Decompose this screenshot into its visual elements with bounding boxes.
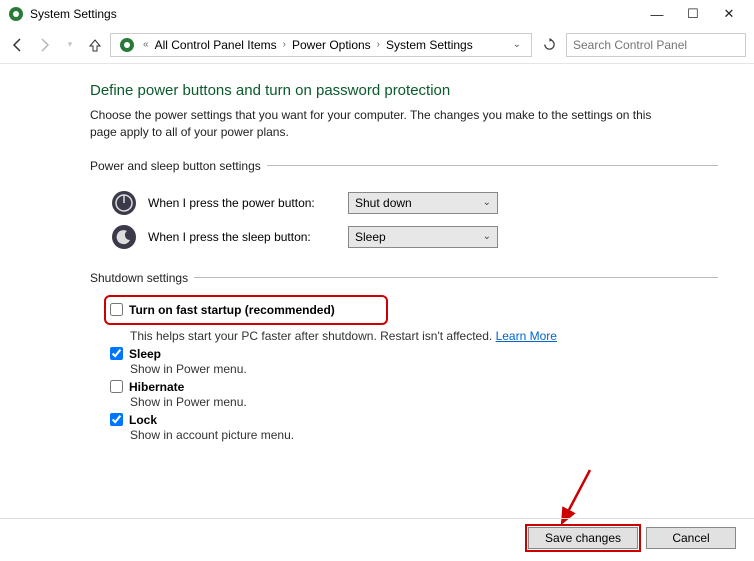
history-dropdown-icon[interactable]: ▾ — [60, 35, 80, 55]
refresh-button[interactable] — [538, 34, 560, 56]
chevron-down-icon: ⌄ — [483, 197, 491, 208]
fast-startup-checkbox[interactable] — [110, 303, 123, 316]
power-button-row: When I press the power button: Shut down… — [110, 189, 718, 217]
fast-startup-desc-row: This helps start your PC faster after sh… — [110, 329, 718, 343]
power-button-section: Power and sleep button settings When I p… — [90, 159, 718, 263]
save-button[interactable]: Save changes — [528, 527, 638, 549]
hibernate-text: Hibernate — [129, 380, 184, 394]
fast-startup-desc: This helps start your PC faster after sh… — [130, 329, 718, 343]
maximize-button[interactable]: ☐ — [676, 4, 710, 24]
chevron-icon: « — [141, 39, 151, 50]
page-heading: Define power buttons and turn on passwor… — [90, 82, 718, 99]
chevron-right-icon: › — [375, 39, 382, 50]
lock-text: Lock — [129, 413, 157, 427]
power-button-label: When I press the power button: — [148, 196, 338, 210]
chevron-down-icon: ⌄ — [483, 231, 491, 242]
breadcrumb-item[interactable]: All Control Panel Items — [155, 38, 277, 52]
search-input[interactable] — [566, 33, 746, 57]
lock-checkbox[interactable] — [110, 413, 123, 426]
desc-text: This helps start your PC faster after sh… — [130, 329, 496, 343]
breadcrumb-item[interactable]: System Settings — [386, 38, 473, 52]
learn-more-link[interactable]: Learn More — [496, 329, 557, 343]
sleep-desc: Show in Power menu. — [130, 362, 718, 376]
power-icon — [110, 189, 138, 217]
window-title: System Settings — [30, 7, 640, 21]
lock-item: Lock Show in account picture menu. — [110, 413, 718, 442]
up-button[interactable] — [86, 36, 104, 54]
sleep-button-row: When I press the sleep button: Sleep ⌄ — [110, 223, 718, 251]
panel-icon — [119, 37, 135, 53]
cancel-button[interactable]: Cancel — [646, 527, 736, 549]
sleep-item: Sleep Show in Power menu. — [110, 347, 718, 376]
hibernate-checkbox[interactable] — [110, 380, 123, 393]
sleep-checkbox[interactable] — [110, 347, 123, 360]
hibernate-desc: Show in Power menu. — [130, 395, 718, 409]
title-bar: System Settings — ☐ ✕ — [0, 0, 754, 28]
minimize-button[interactable]: — — [640, 4, 674, 24]
chevron-right-icon: › — [281, 39, 288, 50]
fast-startup-item: Turn on fast startup (recommended) — [110, 303, 382, 317]
content-area: Define power buttons and turn on passwor… — [0, 64, 754, 470]
select-value: Shut down — [355, 196, 412, 210]
nav-bar: ▾ « All Control Panel Items › Power Opti… — [0, 28, 754, 64]
hibernate-label[interactable]: Hibernate — [110, 380, 718, 394]
section-legend: Shutdown settings — [90, 271, 194, 285]
lock-label[interactable]: Lock — [110, 413, 718, 427]
section-legend: Power and sleep button settings — [90, 159, 267, 173]
power-button-select[interactable]: Shut down ⌄ — [348, 192, 498, 214]
footer: Save changes Cancel — [0, 518, 754, 557]
sleep-button-label: When I press the sleep button: — [148, 230, 338, 244]
back-button[interactable] — [8, 35, 28, 55]
highlight-fast-startup: Turn on fast startup (recommended) — [104, 295, 388, 325]
close-button[interactable]: ✕ — [712, 4, 746, 24]
sleep-label[interactable]: Sleep — [110, 347, 718, 361]
lock-desc: Show in account picture menu. — [130, 428, 718, 442]
breadcrumb[interactable]: « All Control Panel Items › Power Option… — [110, 33, 532, 57]
shutdown-section: Shutdown settings Turn on fast startup (… — [90, 271, 718, 452]
window-controls: — ☐ ✕ — [640, 4, 746, 24]
sleep-text: Sleep — [129, 347, 161, 361]
fast-startup-text: Turn on fast startup (recommended) — [129, 303, 335, 317]
forward-button[interactable] — [34, 35, 54, 55]
sleep-icon — [110, 223, 138, 251]
hibernate-item: Hibernate Show in Power menu. — [110, 380, 718, 409]
fast-startup-label[interactable]: Turn on fast startup (recommended) — [110, 303, 382, 317]
app-icon — [8, 6, 24, 22]
breadcrumb-dropdown-icon[interactable]: ⌄ — [509, 39, 525, 50]
sleep-button-select[interactable]: Sleep ⌄ — [348, 226, 498, 248]
breadcrumb-item[interactable]: Power Options — [292, 38, 371, 52]
select-value: Sleep — [355, 230, 386, 244]
page-subtext: Choose the power settings that you want … — [90, 107, 670, 141]
